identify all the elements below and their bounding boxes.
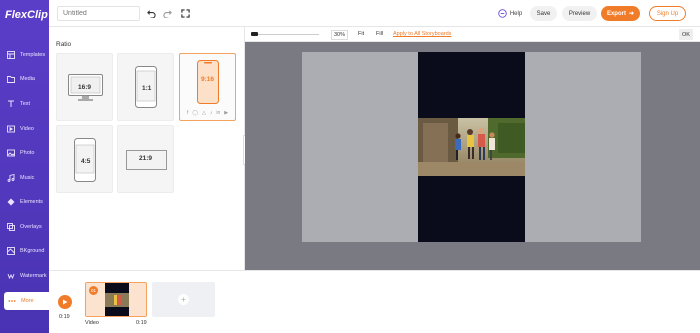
sidebar-item-label: BKground <box>20 248 45 254</box>
canvas-area <box>245 42 700 270</box>
panel-title: Ratio <box>56 41 72 48</box>
sidebar-item-label: Video <box>20 126 34 132</box>
tiktok-icon: ♪ <box>209 110 213 116</box>
sidebar-item-label: Elements <box>20 199 43 205</box>
ratio-label-16-9: 16:9 <box>78 84 92 91</box>
export-label: Export <box>606 10 626 17</box>
media-icon <box>6 75 15 84</box>
fullscreen-icon[interactable] <box>179 7 191 19</box>
video-icon <box>6 125 15 134</box>
ratio-option-16-9[interactable]: 16:9 <box>56 53 113 121</box>
linkedin-icon: in <box>216 110 221 116</box>
clip-name: Video <box>85 320 99 326</box>
sidebar-item-photo[interactable]: Photo <box>0 144 49 162</box>
more-icon <box>7 297 16 306</box>
sidebar-item-bkground[interactable]: BKground <box>0 242 49 260</box>
help-label: Help <box>509 10 523 17</box>
flexclip-logo[interactable]: FlexClip <box>5 9 48 21</box>
sidebar-item-video[interactable]: Video <box>0 120 49 138</box>
ratio-label-1-1: 1:1 <box>142 85 152 92</box>
sidebar-item-label: More <box>21 298 34 304</box>
instagram-icon: ◯ <box>192 110 198 116</box>
save-label: Save <box>536 10 551 17</box>
sidebar-item-overlays[interactable]: Overlays <box>0 218 49 236</box>
preview-button[interactable]: Preview <box>562 6 597 21</box>
export-button[interactable]: Export ➜ <box>601 6 640 21</box>
sidebar-item-more[interactable]: More <box>4 292 49 310</box>
sidebar-item-label: Music <box>20 175 35 181</box>
zoom-slider[interactable] <box>251 34 319 35</box>
top-bar: Help Save Preview Export ➜ Sign Up <box>49 0 700 27</box>
sidebar-item-templates[interactable]: Templates <box>0 46 49 64</box>
social-icons: f ◯ △ ♪ in ▶ <box>187 110 228 116</box>
current-time: 0:19 <box>59 314 70 320</box>
sidebar: FlexClip Templates Media Text Video Photo Mus… <box>0 0 49 333</box>
sidebar-item-text[interactable]: Text <box>0 95 49 113</box>
ratio-option-1-1[interactable]: 1:1 <box>117 53 174 121</box>
clip-duration: 0:19 <box>136 320 147 326</box>
add-scene-button[interactable]: + <box>152 282 215 317</box>
sidebar-item-watermark[interactable]: Watermark <box>0 267 49 285</box>
watermark-icon <box>6 272 15 281</box>
sidebar-item-label: Watermark <box>20 273 47 279</box>
sidebar-item-label: Media <box>20 76 35 82</box>
sidebar-item-elements[interactable]: Elements <box>0 193 49 211</box>
timeline: 0:19 01 Video 0:19 + <box>49 270 700 333</box>
undo-icon[interactable] <box>145 7 157 19</box>
sidebar-item-music[interactable]: Music <box>0 169 49 187</box>
fit-button[interactable]: Fit <box>358 31 364 37</box>
apply-to-all-link[interactable]: Apply to All Storyboards <box>393 31 451 37</box>
overlays-icon <box>6 223 15 232</box>
zoom-percent[interactable]: 30% <box>331 30 348 40</box>
ratio-label-9-16: 9:16 <box>201 76 215 83</box>
ratio-option-21-9[interactable]: 21:9 <box>117 125 174 193</box>
ratio-label-4-5: 4:5 <box>81 158 91 165</box>
timeline-clip[interactable]: 01 <box>85 282 147 317</box>
ok-button[interactable]: OK <box>679 29 693 40</box>
background-icon <box>6 247 15 256</box>
help-button[interactable]: Help <box>491 6 529 21</box>
signup-button[interactable]: Sign Up <box>649 6 686 21</box>
ratio-label-21-9: 21:9 <box>139 155 153 162</box>
zoom-slider-handle[interactable] <box>251 32 258 36</box>
sidebar-item-label: Text <box>20 101 31 107</box>
preview-label: Preview <box>568 10 591 17</box>
redo-icon[interactable] <box>161 7 173 19</box>
project-title-input[interactable] <box>57 6 140 21</box>
ratio-option-9-16[interactable]: 9:16 f ◯ △ ♪ in ▶ <box>179 53 236 121</box>
clip-number-badge: 01 <box>89 286 98 295</box>
snapchat-icon: △ <box>202 110 206 116</box>
templates-icon <box>6 51 15 60</box>
ratio-option-4-5[interactable]: 4:5 <box>56 125 113 193</box>
play-button[interactable] <box>58 295 72 309</box>
youtube-icon: ▶ <box>224 110 229 116</box>
sidebar-item-media[interactable]: Media <box>0 70 49 88</box>
play-icon <box>63 299 68 305</box>
save-button[interactable]: Save <box>530 6 557 21</box>
video-thumbnail[interactable] <box>418 118 525 176</box>
video-frame-9-16[interactable] <box>418 52 525 242</box>
plus-icon: + <box>178 294 189 305</box>
music-icon <box>6 174 15 183</box>
arrow-right-icon: ➜ <box>628 11 635 17</box>
help-icon <box>498 9 507 18</box>
text-icon <box>6 100 15 109</box>
elements-icon <box>6 198 15 207</box>
stage-background <box>302 52 641 242</box>
canvas-toolbar: 30% Fit Fill Apply to All Storyboards OK <box>245 27 700 42</box>
sidebar-item-label: Overlays <box>20 224 42 230</box>
fill-button[interactable]: Fill <box>376 31 383 37</box>
sidebar-item-label: Photo <box>20 150 35 156</box>
facebook-icon: f <box>187 110 189 116</box>
signup-label: Sign Up <box>656 10 679 17</box>
sidebar-item-label: Templates <box>20 52 46 58</box>
photo-icon <box>6 149 15 158</box>
ratio-panel: Ratio 16:9 1:1 9:16 f ◯ △ ♪ in ▶ 4:5 21:… <box>49 27 245 270</box>
